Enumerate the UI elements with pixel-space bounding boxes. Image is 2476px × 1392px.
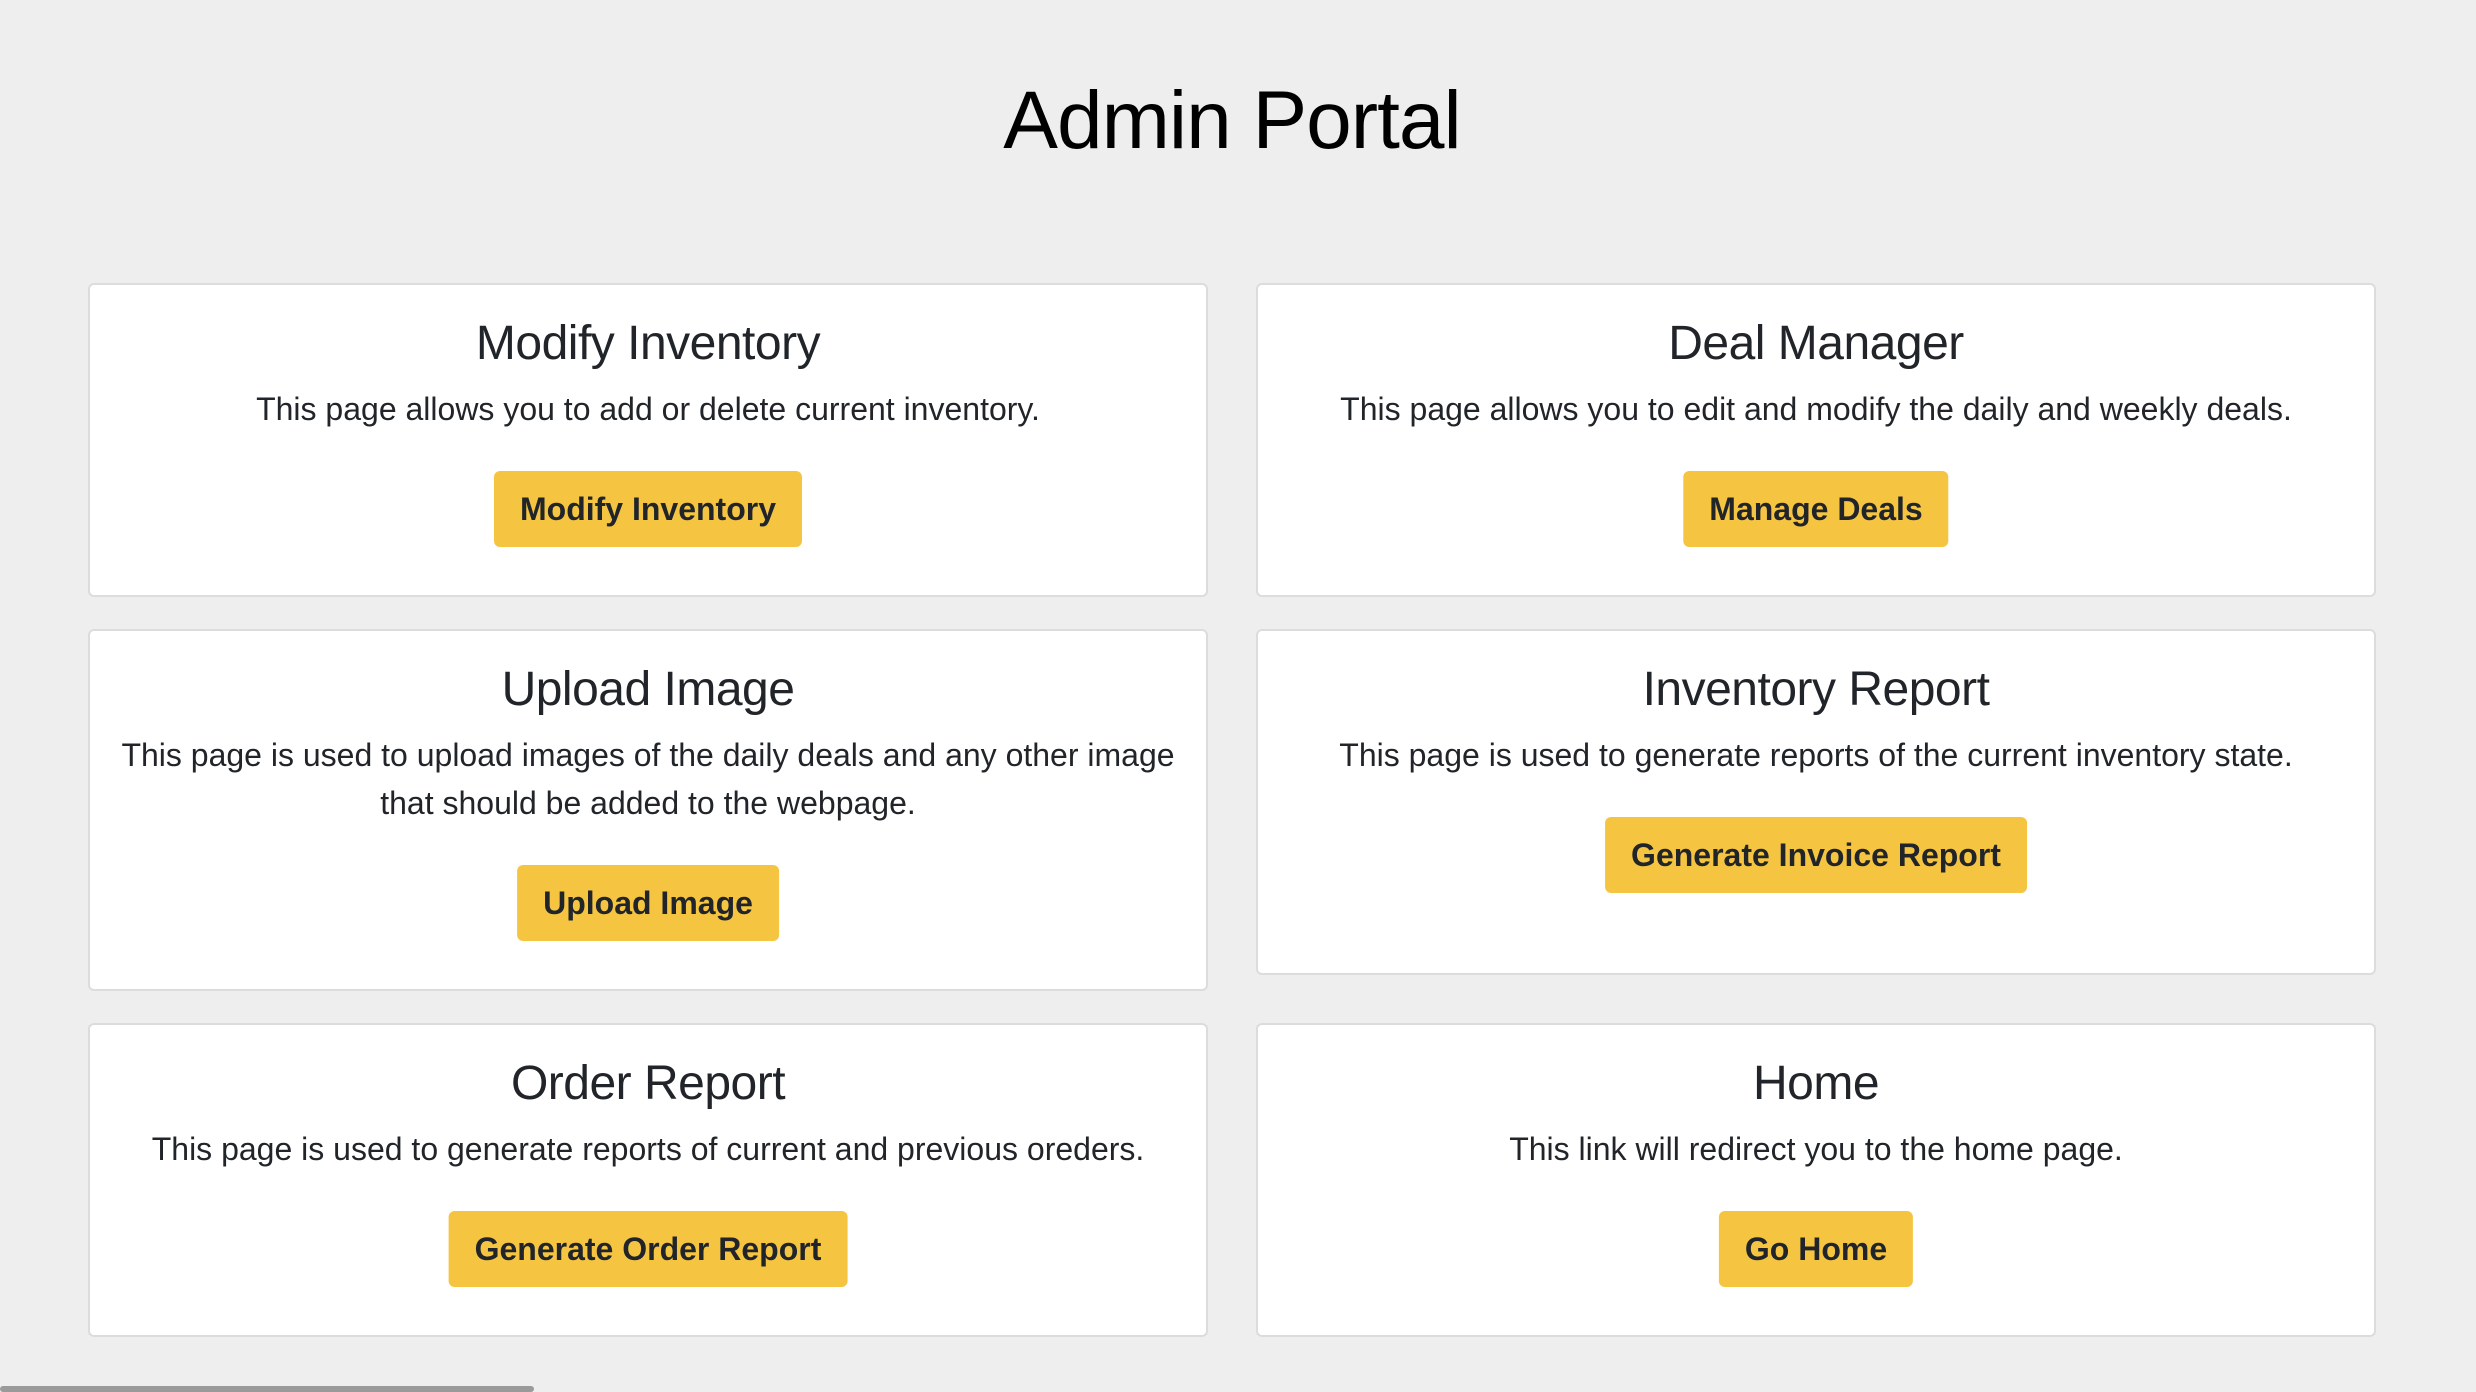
card-description: This page is used to generate reports of…: [1339, 737, 2293, 773]
page-title: Admin Portal: [1003, 75, 1461, 166]
card-home: Home This link will redirect you to the …: [1256, 1023, 2376, 1337]
card-upload-image: Upload Image This page is used to upload…: [88, 629, 1208, 991]
go-home-button[interactable]: Go Home: [1718, 1211, 1914, 1287]
card-title: Modify Inventory: [475, 317, 821, 370]
card-title: Deal Manager: [1668, 317, 1964, 370]
horizontal-scrollbar[interactable]: [0, 1386, 534, 1392]
card-title: Order Report: [510, 1057, 786, 1110]
card-description: This page is used to generate reports of…: [151, 1131, 1145, 1167]
upload-image-button[interactable]: Upload Image: [517, 865, 779, 941]
generate-order-report-button[interactable]: Generate Order Report: [448, 1211, 848, 1287]
card-title: Home: [1752, 1057, 1880, 1110]
card-description: This page allows you to add or delete cu…: [256, 391, 1040, 427]
card-title: Upload Image: [501, 663, 795, 716]
card-order-report: Order Report This page is used to genera…: [88, 1023, 1208, 1337]
manage-deals-button[interactable]: Manage Deals: [1683, 471, 1949, 547]
card-description: This link will redirect you to the home …: [1509, 1131, 2123, 1167]
card-deal-manager: Deal Manager This page allows you to edi…: [1256, 283, 2376, 597]
card-description: This page is used to upload images of th…: [121, 737, 1175, 821]
card-modify-inventory: Modify Inventory This page allows you to…: [88, 283, 1208, 597]
card-description: This page allows you to edit and modify …: [1340, 391, 2292, 427]
card-inventory-report: Inventory Report This page is used to ge…: [1256, 629, 2376, 975]
admin-portal-page: Admin Portal Modify Inventory This page …: [0, 0, 2476, 1392]
generate-invoice-report-button[interactable]: Generate Invoice Report: [1605, 817, 2027, 893]
modify-inventory-button[interactable]: Modify Inventory: [493, 471, 803, 547]
card-title: Inventory Report: [1642, 663, 1990, 716]
